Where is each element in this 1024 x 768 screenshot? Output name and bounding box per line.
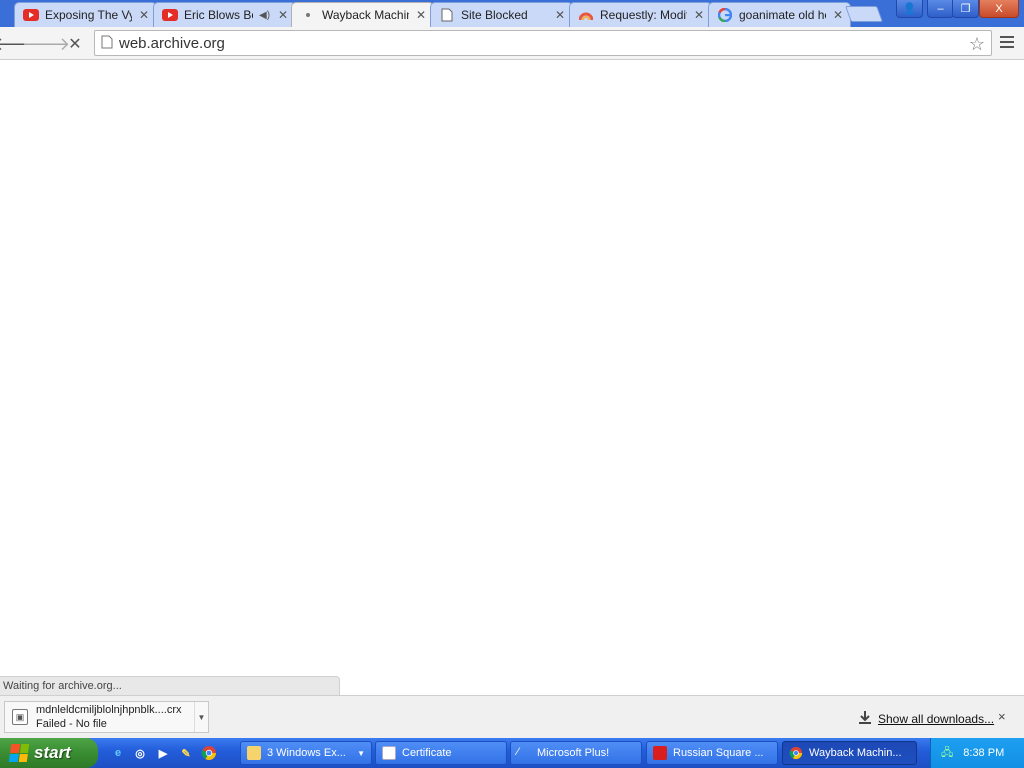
game-icon (653, 746, 667, 760)
page-content (0, 61, 1024, 695)
start-label: start (34, 743, 71, 762)
tab-wayback[interactable]: Wayback Machin ✕ (291, 2, 434, 27)
tab-site-blocked[interactable]: Site Blocked ✕ (430, 2, 573, 27)
forward-button[interactable]: 🡒 (22, 32, 70, 56)
youtube-icon (162, 7, 178, 23)
download-icon (858, 710, 872, 727)
start-button[interactable]: start (0, 738, 98, 768)
page-icon (101, 35, 113, 52)
clock[interactable]: 8:38 PM (963, 747, 1004, 759)
profile-button[interactable]: 👤 (896, 0, 923, 18)
tab-title: Wayback Machin (322, 8, 409, 22)
task-wayback-machine[interactable]: Wayback Machin... (782, 741, 917, 765)
youtube-icon (23, 7, 39, 23)
task-windows-explorer[interactable]: 3 Windows Ex... ▼ (240, 741, 372, 765)
system-tray: 🖧 8:38 PM (930, 738, 1024, 768)
tab-eric[interactable]: Eric Blows Bo ◀) ✕ (153, 2, 296, 27)
loading-icon (300, 7, 316, 23)
windows-logo-icon (8, 744, 30, 762)
task-russian-square[interactable]: Russian Square ... (646, 741, 778, 765)
tab-close-icon[interactable]: ✕ (554, 8, 566, 22)
network-icon[interactable]: 🖧 (941, 744, 953, 763)
show-all-downloads-link[interactable]: Show all downloads... (878, 712, 994, 726)
tab-close-icon[interactable]: ✕ (415, 8, 427, 22)
paint-icon[interactable]: ✎ (177, 744, 195, 762)
media-player-icon[interactable]: ▶ (154, 744, 172, 762)
task-label: Microsoft Plus! (537, 747, 610, 759)
chevron-down-icon[interactable]: ▼ (194, 702, 208, 732)
tab-title: goanimate old he (739, 8, 826, 22)
minimize-button[interactable]: – (927, 0, 954, 18)
close-window-button[interactable]: X (979, 0, 1019, 18)
download-item[interactable]: ▣ mdnleldcmiljblolnjhpnblk....crx Failed… (4, 701, 209, 733)
tab-close-icon[interactable]: ✕ (138, 8, 150, 22)
tab-close-icon[interactable]: ✕ (693, 8, 705, 22)
chevron-down-icon: ▼ (357, 748, 365, 758)
status-bubble: Waiting for archive.org... (0, 676, 340, 695)
plus-icon: ⁄ (517, 746, 519, 758)
chrome-icon[interactable] (200, 744, 218, 762)
restore-button[interactable]: ❐ (952, 0, 979, 18)
close-shelf-icon[interactable]: × (998, 709, 1006, 724)
taskbar: start e ◎ ▶ ✎ 3 Windows Ex... ▼ Certific… (0, 738, 1024, 768)
task-label: Wayback Machin... (809, 747, 902, 759)
chrome-icon (789, 746, 803, 760)
speaker-icon: ◀) (259, 9, 271, 21)
task-certificate[interactable]: Certificate (375, 741, 507, 765)
task-microsoft-plus[interactable]: ⁄ Microsoft Plus! (510, 741, 642, 765)
task-label: 3 Windows Ex... (267, 747, 346, 759)
bookmark-star-icon[interactable]: ☆ (969, 34, 985, 55)
address-bar[interactable]: web.archive.org ☆ (94, 30, 992, 56)
task-label: Certificate (402, 747, 452, 759)
url-text: web.archive.org (119, 34, 225, 52)
tab-requestly[interactable]: Requestly: Modify ✕ (569, 2, 712, 27)
google-icon (717, 7, 733, 23)
download-shelf: ▣ mdnleldcmiljblolnjhpnblk....crx Failed… (0, 695, 1024, 738)
file-icon: ▣ (12, 709, 28, 725)
new-tab-button[interactable] (845, 6, 883, 22)
tab-strip: Exposing The Vy ✕ Eric Blows Bo ◀) ✕ Way… (0, 0, 1024, 27)
window-icon (382, 746, 396, 760)
close-icon: X (995, 2, 1003, 15)
tab-close-icon[interactable]: ✕ (277, 8, 289, 22)
tab-exposing[interactable]: Exposing The Vy ✕ (14, 2, 157, 27)
folder-icon (247, 746, 261, 760)
download-filename: mdnleldcmiljblolnjhpnblk....crx (36, 704, 182, 716)
task-label: Russian Square ... (673, 747, 764, 759)
stop-button[interactable]: ✕ (63, 32, 87, 56)
minimize-icon: – (937, 2, 944, 15)
profile-icon: 👤 (902, 3, 917, 15)
tab-title: Requestly: Modify (600, 8, 687, 22)
explorer-icon[interactable]: ◎ (131, 744, 149, 762)
page-icon (439, 7, 455, 23)
restore-icon: ❐ (960, 3, 971, 15)
stop-icon: ✕ (68, 36, 82, 53)
show-all-downloads[interactable]: Show all downloads... (858, 710, 994, 727)
ie-icon[interactable]: e (109, 744, 127, 762)
menu-icon[interactable] (1000, 36, 1014, 50)
tab-title: Exposing The Vy (45, 8, 132, 22)
tab-title: Site Blocked (461, 8, 528, 22)
browser-toolbar: 🡐 🡒 ✕ web.archive.org ☆ (0, 27, 1024, 60)
tab-google[interactable]: goanimate old he ✕ (708, 2, 851, 27)
download-status: Failed - No file (36, 718, 107, 730)
tab-close-icon[interactable]: ✕ (832, 8, 844, 22)
requestly-icon (578, 7, 594, 23)
tab-title: Eric Blows Bo (184, 8, 253, 22)
